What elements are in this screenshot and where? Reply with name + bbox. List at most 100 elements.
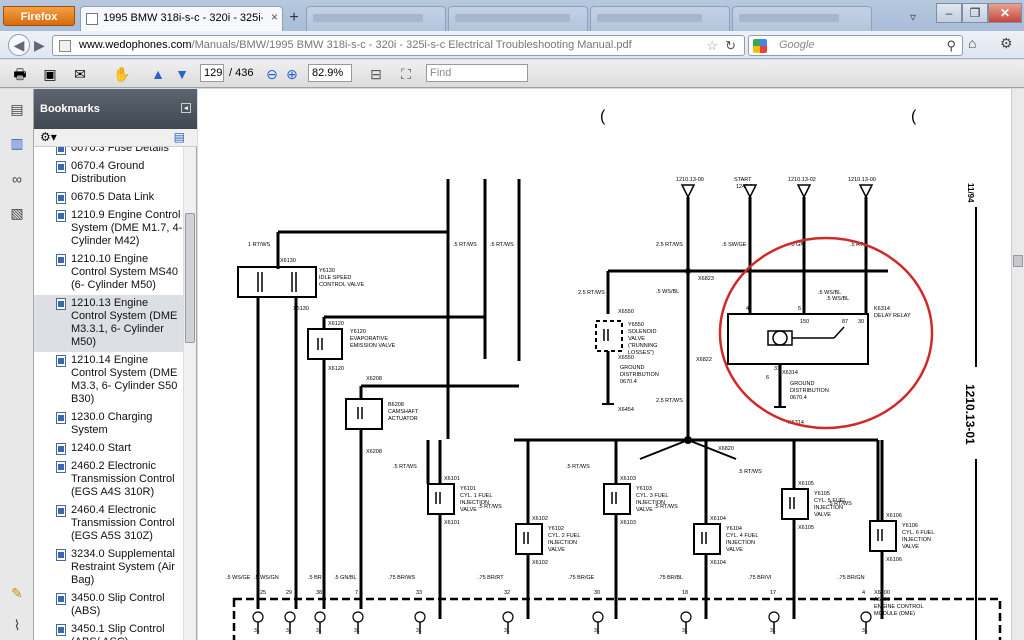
- firefox-menu-button[interactable]: Firefox: [3, 6, 75, 26]
- bookmark-item[interactable]: 1210.13 Engine Control System (DME M3.3.…: [34, 295, 184, 352]
- diagram-label: .5 WS/BL: [826, 296, 849, 302]
- navigation-bar: ◀ ▶ www.wedophones.com/Manuals/BMW/1995 …: [0, 31, 1024, 59]
- bookmark-star-icon[interactable]: ☆: [706, 38, 718, 54]
- wire-label: .5 RT/WS: [566, 464, 590, 470]
- reload-icon[interactable]: ↻: [725, 38, 736, 54]
- component-label: CYL. 1 FUEL: [460, 493, 492, 499]
- comments-icon[interactable]: ✎: [8, 585, 26, 603]
- connector-label: X6101: [444, 520, 460, 526]
- pages-icon[interactable]: ▤: [8, 101, 26, 119]
- bookmarks-icon[interactable]: ▥: [8, 135, 26, 153]
- connector-label: X6103: [620, 520, 636, 526]
- share-icon[interactable]: ✉: [70, 64, 90, 84]
- next-page-icon[interactable]: ▼: [172, 64, 192, 84]
- save-icon[interactable]: ▣: [40, 64, 60, 84]
- hand-tool-icon[interactable]: ✋: [112, 64, 132, 84]
- search-input[interactable]: Google: [779, 39, 814, 51]
- diagram-label: 150: [800, 319, 809, 325]
- bookmark-label: 1240.0 Start: [71, 442, 131, 454]
- bookmark-page-icon: [56, 298, 66, 310]
- ecm-pin-circle: [768, 611, 780, 623]
- document-scrollbar[interactable]: [1011, 89, 1024, 640]
- tab-close-icon[interactable]: ×: [271, 10, 278, 24]
- bookmark-item[interactable]: 1210.14 Engine Control System (DME M3.3,…: [34, 352, 184, 409]
- zoom-in-icon[interactable]: ⊕: [282, 64, 302, 84]
- pin-number: 31: [416, 628, 422, 634]
- search-box[interactable]: Google ⚲: [748, 35, 963, 56]
- bookmark-item[interactable]: 2460.4 Electronic Transmission Control (…: [34, 502, 184, 546]
- wire-label: .75 BR/RT: [478, 575, 504, 581]
- new-tab-button[interactable]: +: [284, 8, 304, 28]
- wire-label: .75 BR/VI: [748, 575, 772, 581]
- component-label: INJECTION: [548, 540, 577, 546]
- bookmark-item[interactable]: 3450.1 Slip Control (ABS/ ASC): [34, 621, 184, 640]
- close-window-icon[interactable]: ✕: [988, 3, 1022, 23]
- find-input[interactable]: Find: [426, 64, 528, 82]
- bookmarks-scroll-thumb[interactable]: [185, 213, 195, 343]
- new-bookmark-icon[interactable]: ▤: [174, 130, 185, 144]
- bookmark-item[interactable]: 0670.4 Ground Distribution: [34, 158, 184, 189]
- document-scroll-thumb[interactable]: [1013, 255, 1023, 267]
- url-bar[interactable]: www.wedophones.com/Manuals/BMW/1995 BMW …: [52, 35, 745, 56]
- collapse-panel-icon[interactable]: ◂: [181, 103, 191, 113]
- bookmark-label: 1230.0 Charging System: [71, 411, 153, 436]
- component-label: DELAY RELAY: [874, 313, 911, 319]
- page-number-input[interactable]: 129: [200, 64, 224, 82]
- print-icon[interactable]: 🖶: [10, 64, 30, 84]
- component-label: Y6120: [350, 329, 366, 335]
- addon-icon[interactable]: ⚙: [1000, 35, 1013, 52]
- bookmarks-scrollbar[interactable]: [183, 147, 196, 640]
- connector-label: X6106: [886, 513, 902, 519]
- site-identity-icon[interactable]: [59, 40, 71, 52]
- previous-page-icon[interactable]: ▲: [148, 64, 168, 84]
- options-gear-icon[interactable]: ⚙▾: [40, 130, 57, 144]
- tab-background[interactable]: [732, 6, 872, 31]
- diagram-label: 1210.13-00: [676, 177, 704, 183]
- bookmark-item[interactable]: 3450.0 Slip Control (ABS): [34, 590, 184, 621]
- zoom-out-icon[interactable]: ⊖: [262, 64, 282, 84]
- bookmark-item[interactable]: 1210.10 Engine Control System MS40 (6- C…: [34, 251, 184, 295]
- google-icon[interactable]: [753, 39, 767, 53]
- bookmark-item[interactable]: 0670.5 Data Link: [34, 189, 184, 207]
- bookmark-item[interactable]: 3234.0 Supplemental Restraint System (Ai…: [34, 546, 184, 590]
- fit-page-icon[interactable]: ⛶: [396, 64, 416, 84]
- bookmark-item[interactable]: 2460.2 Electronic Transmission Control (…: [34, 458, 184, 502]
- connector-arrow: [858, 184, 874, 199]
- tab-active[interactable]: 1995 BMW 318i-s-c - 320i - 325i-s-c Elec…: [80, 6, 283, 31]
- component-label: EVAPORATIVE: [350, 336, 388, 342]
- minimize-icon[interactable]: –: [936, 3, 962, 23]
- tab-background[interactable]: [306, 6, 446, 31]
- back-icon[interactable]: ◀: [8, 34, 30, 56]
- fit-width-icon[interactable]: ⊟: [366, 64, 386, 84]
- bookmark-label: 2460.2 Electronic Transmission Control (…: [71, 460, 175, 498]
- bookmarks-toolbar: ⚙▾ ▤: [34, 129, 197, 147]
- bookmark-item[interactable]: 1230.0 Charging System: [34, 409, 184, 440]
- restore-icon[interactable]: ❐: [962, 3, 988, 23]
- forward-icon[interactable]: ▶: [34, 37, 45, 54]
- diagram-label: X6820: [718, 446, 734, 452]
- diagram-label: 0670.4: [620, 379, 637, 385]
- tab-list-button[interactable]: ▿: [910, 10, 916, 24]
- zoom-select[interactable]: 82.9%: [308, 64, 352, 82]
- layers-icon[interactable]: ▧: [8, 205, 26, 223]
- diagram-label: 2.5 RT/WS: [656, 398, 683, 404]
- bookmark-item[interactable]: 1240.0 Start: [34, 440, 184, 458]
- ecm-pin-circle: [680, 611, 692, 623]
- diagram-label: 6: [766, 375, 769, 381]
- wire-label: .75 BR/WS: [388, 575, 416, 581]
- home-icon[interactable]: ⌂: [968, 35, 976, 51]
- tab-background[interactable]: [448, 6, 588, 31]
- component-label: EMISSION VALVE: [350, 343, 396, 349]
- bookmark-item[interactable]: 1210.9 Engine Control System (DME M1.7, …: [34, 207, 184, 251]
- search-icon[interactable]: ⚲: [946, 38, 956, 54]
- diagram-label: X6000: [874, 590, 890, 596]
- highlight-circle: [718, 236, 934, 430]
- bookmark-item[interactable]: 0670.3 Fuse Details: [34, 147, 184, 158]
- tab-background[interactable]: [590, 6, 730, 31]
- injector-box: [869, 520, 897, 552]
- binoculars-icon[interactable]: ∞: [8, 171, 26, 189]
- attachment-icon[interactable]: ⌇: [8, 617, 26, 635]
- component-label: CAMSHAFT: [388, 409, 419, 415]
- pdf-document-view[interactable]: ((11/94 1210.13-01 1 RT/WS .5 RT/WS .5 RT/WS…: [198, 89, 1011, 640]
- wire-label: .5 WS/GE: [226, 575, 251, 581]
